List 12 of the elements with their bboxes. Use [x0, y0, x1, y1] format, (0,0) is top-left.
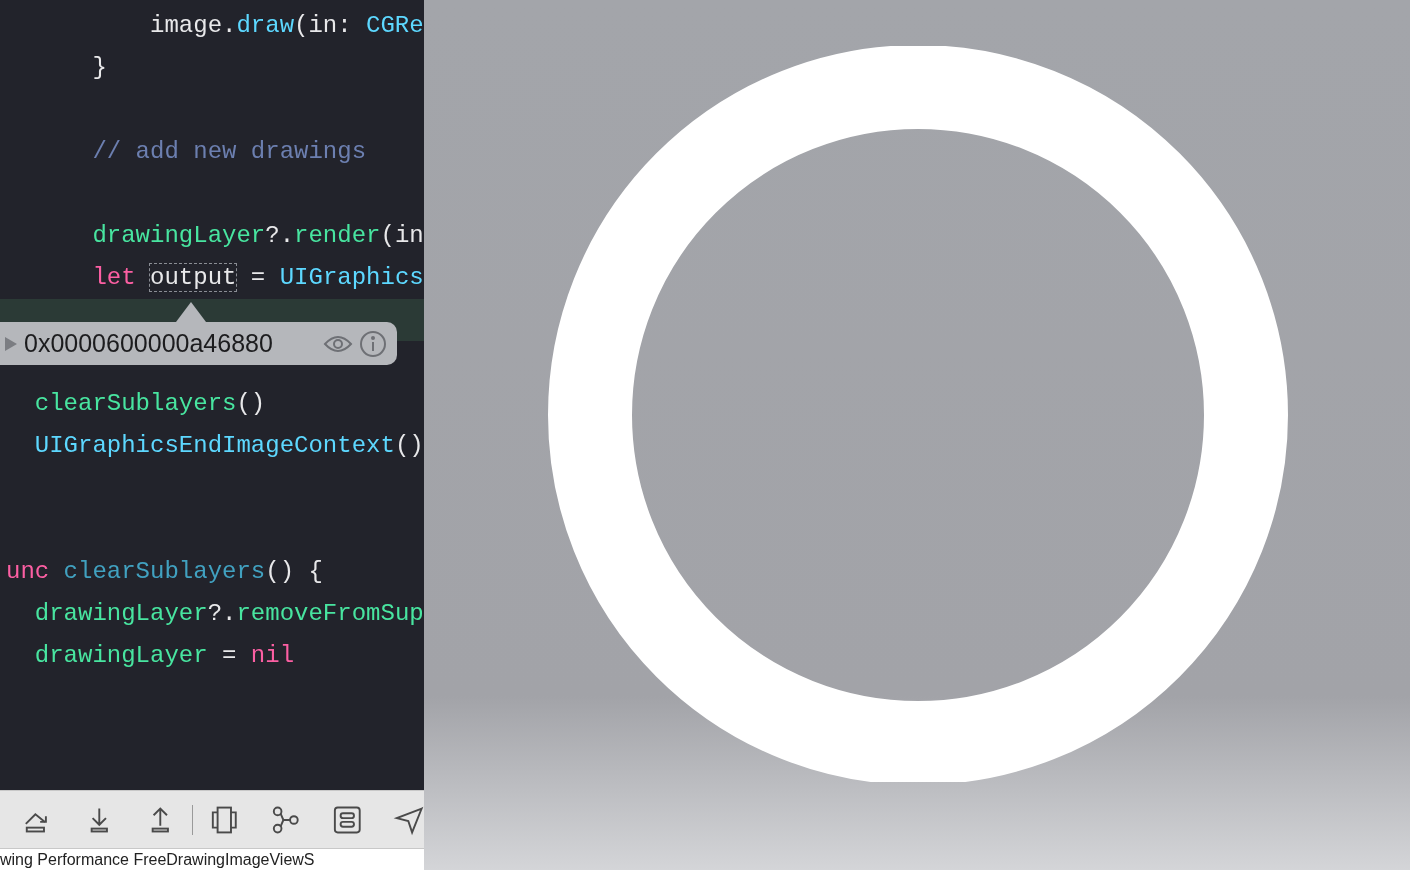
code-line: unc clearSublayers() {: [6, 557, 323, 587]
file-path: wing Performance FreeDrawingImageViewS: [0, 850, 315, 869]
code-line: clearSublayers(): [33, 389, 266, 419]
code-line: image.draw(in: CGRe: [149, 11, 424, 41]
code-line: UIGraphicsEndImageContext(): [33, 431, 424, 461]
code-line: drawingLayer?.removeFromSup: [33, 599, 424, 629]
code-line: drawingLayer?.render(in: [91, 221, 424, 251]
code-line: drawingLayer = nil: [33, 641, 295, 671]
code-line: // add new drawings: [91, 137, 367, 167]
memory-address: 0x0000600000a46880: [24, 327, 274, 359]
code-line: }: [91, 53, 107, 83]
code-line: let output = UIGraphics: [91, 263, 424, 293]
